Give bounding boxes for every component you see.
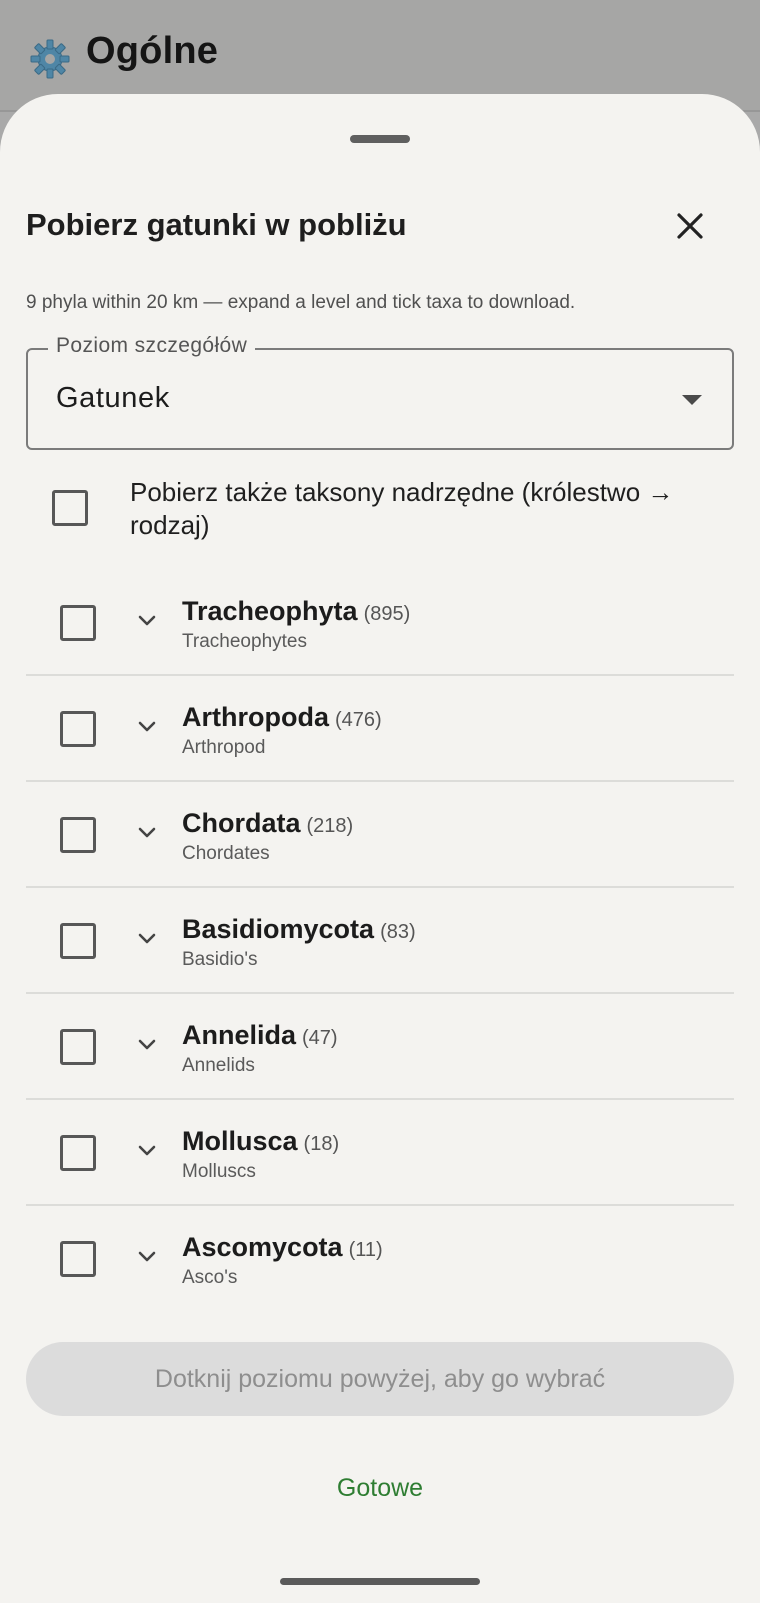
taxon-name: Annelida xyxy=(182,1020,297,1050)
close-icon xyxy=(677,213,703,239)
app-title: Ogólne xyxy=(86,30,219,72)
chevron-down-icon[interactable] xyxy=(136,1140,158,1162)
detail-level-value: Gatunek xyxy=(56,382,170,414)
taxon-row[interactable]: Chordata (218) Chordates xyxy=(26,782,734,888)
taxon-row[interactable]: Mollusca (18) Molluscs xyxy=(26,1100,734,1206)
taxon-checkbox[interactable] xyxy=(60,1241,96,1277)
taxon-checkbox[interactable] xyxy=(60,1135,96,1171)
chevron-down-icon[interactable] xyxy=(136,1034,158,1056)
taxon-checkbox[interactable] xyxy=(60,1029,96,1065)
taxon-count: (11) xyxy=(348,1239,383,1261)
chevron-down-icon[interactable] xyxy=(136,1246,158,1268)
taxon-row[interactable]: Arthropoda (476) Arthropod xyxy=(26,676,734,782)
taxon-count: (895) xyxy=(363,603,411,625)
taxon-common-name: Basidio's xyxy=(182,949,258,970)
sheet-title: Pobierz gatunki w pobliżu xyxy=(26,207,407,242)
bottom-sheet: Pobierz gatunki w pobliżu 9 phyla within… xyxy=(0,94,760,1603)
dropdown-arrow-icon xyxy=(682,395,702,405)
drag-handle[interactable] xyxy=(350,135,410,143)
chevron-down-icon[interactable] xyxy=(136,610,158,632)
taxon-common-name: Arthropod xyxy=(182,737,266,758)
taxon-count: (47) xyxy=(302,1027,338,1049)
detail-level-label: Poziom szczegółów xyxy=(48,334,256,358)
chevron-down-icon[interactable] xyxy=(136,928,158,950)
taxon-name: Tracheophyta xyxy=(182,596,358,626)
taxon-row[interactable]: Annelida (47) Annelids xyxy=(26,994,734,1100)
taxon-count: (83) xyxy=(380,921,416,943)
taxon-count: (18) xyxy=(303,1133,340,1155)
taxon-name: Arthropoda xyxy=(182,702,329,732)
taxon-checkbox[interactable] xyxy=(60,605,96,641)
taxon-name: Chordata xyxy=(182,808,301,838)
sheet-subtitle: 9 phyla within 20 km — expand a level an… xyxy=(26,292,576,313)
taxon-checkbox[interactable] xyxy=(60,711,96,747)
pick-level-button[interactable]: Dotknij poziomu powyżej, aby go wybrać xyxy=(26,1342,734,1416)
home-indicator xyxy=(280,1578,480,1585)
taxon-common-name: Asco's xyxy=(182,1267,238,1288)
close-button[interactable] xyxy=(664,200,716,252)
taxon-name: Basidiomycota xyxy=(182,914,375,944)
done-button[interactable]: Gotowe xyxy=(300,1464,460,1512)
taxon-common-name: Tracheophytes xyxy=(182,631,307,652)
taxon-common-name: Annelids xyxy=(182,1055,255,1076)
include-ancestors-label: Pobierz także taksony nadrzędne (królest… xyxy=(130,477,674,540)
include-ancestors-row[interactable]: Pobierz także taksony nadrzędne (królest… xyxy=(26,472,734,552)
taxon-row[interactable]: Basidiomycota (83) Basidio's xyxy=(26,888,734,994)
taxon-name: Ascomycota xyxy=(182,1232,343,1262)
taxon-count: (218) xyxy=(306,815,354,837)
taxon-count: (476) xyxy=(334,709,382,731)
taxon-row[interactable]: Tracheophyta (895) Tracheophytes xyxy=(26,570,734,676)
include-ancestors-checkbox[interactable] xyxy=(52,490,88,526)
taxon-common-name: Molluscs xyxy=(182,1161,256,1182)
taxon-common-name: Chordates xyxy=(182,843,270,864)
gear-icon xyxy=(30,39,70,79)
taxon-row[interactable]: Ascomycota (11) Asco's xyxy=(26,1206,734,1312)
taxa-list: Tracheophyta (895) Tracheophytes Arthropo… xyxy=(26,570,734,1312)
chevron-down-icon[interactable] xyxy=(136,716,158,738)
taxon-checkbox[interactable] xyxy=(60,923,96,959)
detail-level-dropdown[interactable]: Poziom szczegółów Gatunek xyxy=(26,334,734,450)
chevron-down-icon[interactable] xyxy=(136,822,158,844)
taxon-checkbox[interactable] xyxy=(60,817,96,853)
taxon-name: Mollusca xyxy=(182,1126,298,1156)
